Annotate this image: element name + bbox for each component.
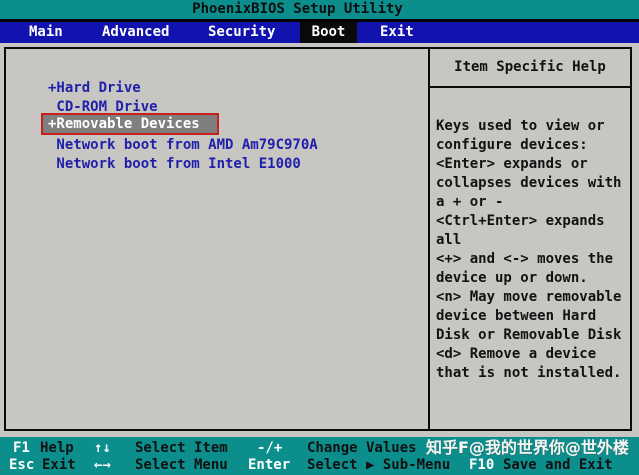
help-panel-text: Keys used to view or configure devices: …	[436, 117, 628, 383]
tab-main[interactable]: Main	[29, 22, 63, 43]
selection-annotation-box: +Removable Devices	[41, 113, 219, 135]
key-updown-icon: ↑↓	[94, 440, 111, 456]
key-enter: Enter	[248, 457, 291, 473]
key-minus-plus: -/+	[257, 440, 283, 456]
help-line: Keys used to view or	[436, 118, 605, 134]
help-line: <Ctrl+Enter> expands	[436, 213, 605, 229]
help-line: configure devices:	[436, 137, 588, 153]
key-hint-bar: F1 Help ↑↓ Select Item -/+ Change Values…	[0, 437, 639, 475]
key-f10: F10	[469, 457, 495, 473]
help-line: device up or down.	[436, 270, 588, 286]
help-line: Disk or Removable Disk	[436, 327, 622, 343]
label-select-menu: Select Menu	[135, 457, 228, 473]
help-line: <Enter> expands or	[436, 156, 588, 172]
tab-boot[interactable]: Boot	[300, 22, 357, 43]
label-help: Help	[40, 440, 74, 456]
boot-item-removable-devices[interactable]: +Removable Devices	[43, 115, 217, 133]
tab-security[interactable]: Security	[208, 22, 275, 43]
label-change-values: Change Values	[307, 440, 417, 456]
help-panel-title: Item Specific Help	[430, 49, 630, 88]
key-esc: Esc	[9, 457, 35, 473]
help-line: device between Hard	[436, 308, 597, 324]
bios-screen: PhoenixBIOS Setup Utility Main Advanced …	[0, 0, 639, 475]
key-leftright-icon: ←→	[94, 457, 111, 473]
content-box: +Hard Drive CD-ROM Drive +Removable Devi…	[4, 47, 632, 431]
help-line: all	[436, 232, 462, 248]
tab-exit[interactable]: Exit	[380, 22, 414, 43]
key-f1: F1	[13, 440, 30, 456]
help-line: that is not installed.	[436, 365, 622, 381]
help-line: a + or -	[436, 194, 504, 210]
label-select-item: Select Item	[135, 440, 228, 456]
help-line: <n> May move removable	[436, 289, 622, 305]
boot-item-hard-drive[interactable]: +Hard Drive	[48, 79, 141, 98]
help-line: <d> Remove a device	[436, 346, 597, 362]
label-select-submenu: Select ▶ Sub-Menu	[307, 457, 451, 473]
title-bar: PhoenixBIOS Setup Utility	[0, 0, 639, 19]
watermark: 知乎F@我的世界你@世外楼	[426, 438, 629, 457]
label-exit: Exit	[42, 457, 76, 473]
label-save-and-exit: Save and Exit	[503, 457, 613, 473]
tab-advanced[interactable]: Advanced	[102, 22, 169, 43]
boot-item-network-intel[interactable]: Network boot from Intel E1000	[48, 155, 300, 174]
boot-item-network-amd[interactable]: Network boot from AMD Am79C970A	[48, 136, 317, 155]
window-title: PhoenixBIOS Setup Utility	[192, 1, 403, 17]
panel-divider	[428, 49, 430, 429]
help-line: <+> and <-> moves the	[436, 251, 614, 267]
help-line: collapses devices with	[436, 175, 622, 191]
menu-bar: Main Advanced Security Boot Exit	[0, 22, 639, 43]
